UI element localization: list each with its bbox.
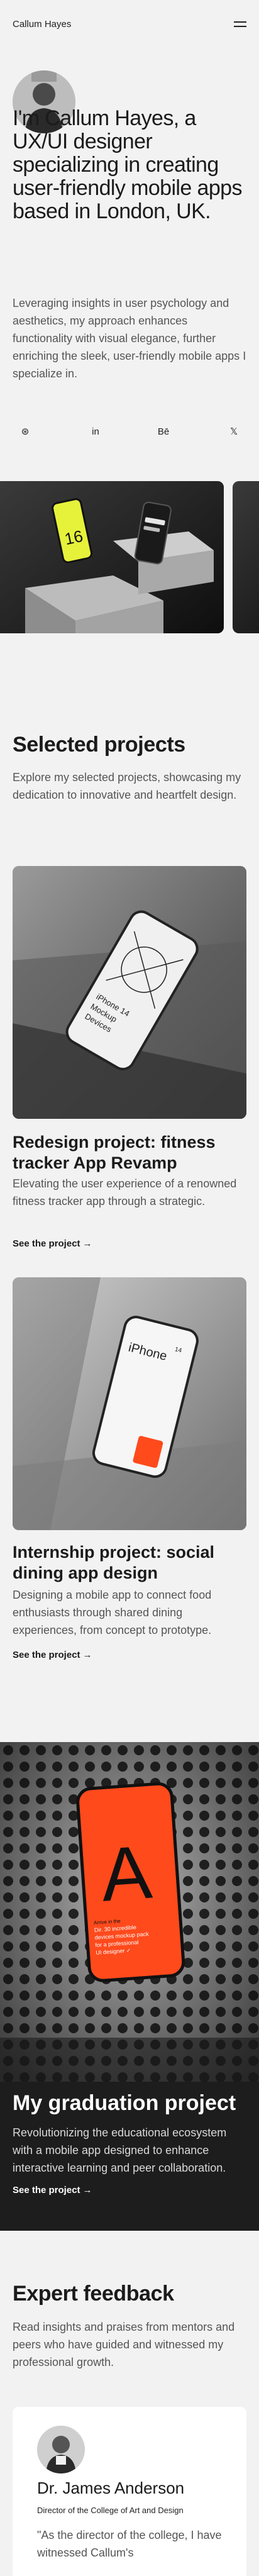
project-title[interactable]: Redesign project: fitness tracker App Re… (13, 1132, 246, 1174)
dribbble-icon[interactable]: ⊛ (13, 419, 38, 444)
linkedin-icon[interactable]: in (83, 419, 108, 444)
project-description: Designing a mobile app to connect food e… (13, 1589, 212, 1636)
testimonial-avatar (37, 2426, 85, 2473)
hero-title: I'm Callum Hayes, a UX/UI designer speci… (13, 106, 242, 223)
behance-icon[interactable]: Bē (151, 419, 176, 444)
graduation-image[interactable]: A Arrive in the Dir. 30 incredible devic… (0, 1742, 259, 2082)
svg-text:16: 16 (63, 526, 85, 548)
arrow-right-icon: → (82, 1650, 92, 1660)
arrow-right-icon: → (82, 2185, 92, 2196)
testimonial-name: Dr. James Anderson (37, 2479, 185, 2497)
project-image[interactable]: iPhone 14 (13, 1277, 246, 1530)
testimonial-card: Dr. James Anderson Director of the Colle… (13, 2407, 246, 2576)
see-project-link[interactable]: See the project → (13, 1650, 92, 1660)
site-header: Callum Hayes (0, 0, 259, 49)
testimonial-role: Director of the College of Art and Desig… (37, 2506, 184, 2515)
see-project-link[interactable]: See the project → (13, 2185, 92, 2196)
carousel-slide[interactable] (233, 481, 259, 633)
arrow-right-icon: → (82, 1238, 92, 1249)
graduation-description: Revolutionizing the educational ecosyste… (13, 2126, 227, 2174)
section-text-projects: Explore my selected projects, showcasing… (13, 771, 241, 801)
brand-name[interactable]: Callum Hayes (13, 19, 71, 30)
graduation-section: A Arrive in the Dir. 30 incredible devic… (0, 1742, 259, 2231)
link-label: See the project (13, 2185, 80, 2196)
graduation-letter: A (98, 1830, 154, 1918)
project-image[interactable]: iPhone 14 Mockup Devices (13, 866, 246, 1119)
carousel-slide[interactable]: 16 (0, 481, 224, 633)
testimonial-quote: "As the director of the college, I have … (37, 2529, 222, 2559)
link-label: See the project (13, 1650, 80, 1660)
see-project-link[interactable]: See the project → (13, 1238, 92, 1249)
section-title-projects: Selected projects (13, 733, 185, 757)
menu-icon[interactable] (234, 20, 246, 29)
section-title-feedback: Expert feedback (13, 2282, 174, 2306)
project-description: Elevating the user experience of a renow… (13, 1177, 237, 1208)
hero-description: Leveraging insights in user psychology a… (13, 297, 246, 380)
graduation-title[interactable]: My graduation project (13, 2091, 236, 2116)
project-title[interactable]: Internship project: social dining app de… (13, 1542, 246, 1584)
link-label: See the project (13, 1238, 80, 1249)
x-icon[interactable]: 𝕏 (221, 419, 246, 444)
section-text-feedback: Read insights and praises from mentors a… (13, 2321, 235, 2368)
project-carousel[interactable]: 16 (0, 481, 259, 633)
